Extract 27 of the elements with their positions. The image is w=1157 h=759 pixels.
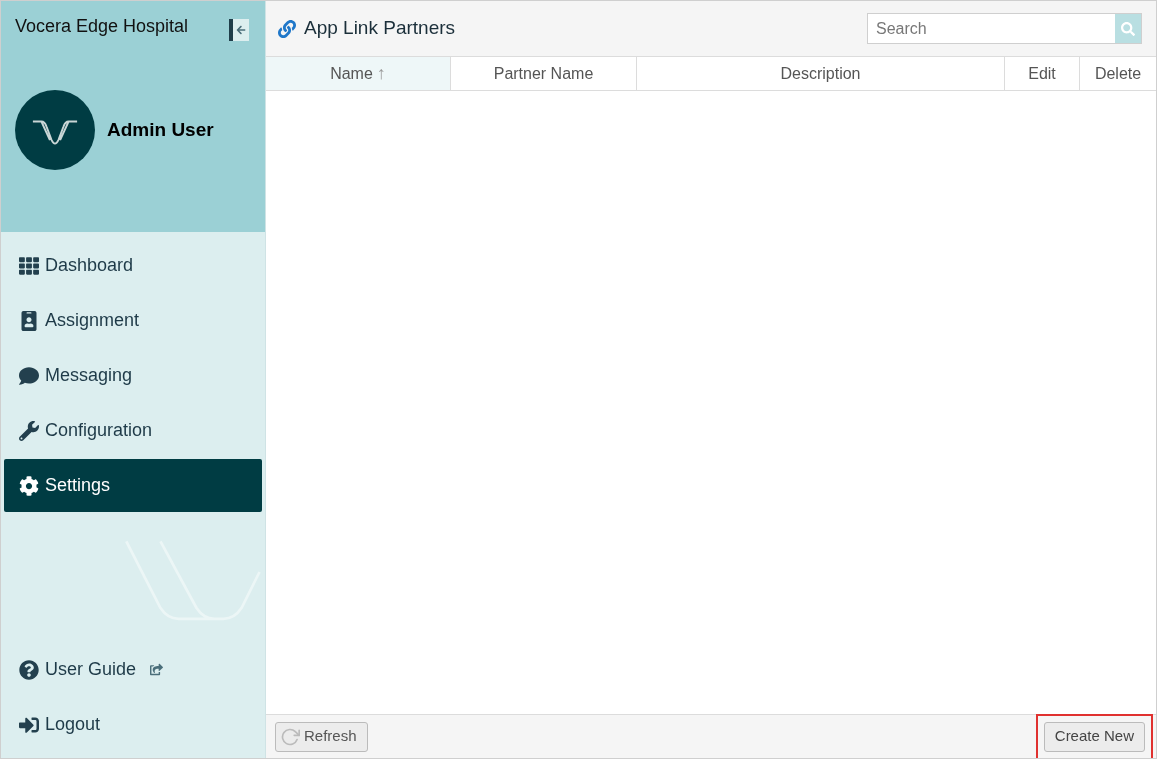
user-guide-link[interactable]: User Guide xyxy=(19,642,247,697)
column-header[interactable]: Edit xyxy=(1005,57,1080,90)
grid-icon xyxy=(19,255,39,276)
column-header[interactable]: Name ↑ xyxy=(266,57,451,90)
logout-link[interactable]: Logout xyxy=(19,697,247,752)
link-icon xyxy=(278,19,296,38)
column-header[interactable]: Partner Name xyxy=(451,57,637,90)
settings-icon xyxy=(19,475,39,496)
arrow-left-icon xyxy=(236,25,246,35)
column-header[interactable]: Delete xyxy=(1080,57,1156,90)
speech-bubble-icon xyxy=(19,365,39,386)
refresh-icon xyxy=(280,726,300,747)
help-icon xyxy=(19,659,39,680)
sort-arrow-icon: ↑ xyxy=(376,60,386,87)
wrench-icon xyxy=(19,420,39,441)
create-new-button[interactable]: Create New xyxy=(1043,721,1145,752)
nav-item[interactable]: Messaging xyxy=(4,349,262,402)
nav-item[interactable]: Dashboard xyxy=(4,239,262,292)
nav-item[interactable]: Configuration xyxy=(4,404,262,457)
page-title: App Link Partners xyxy=(304,16,456,41)
collapse-sidebar-button[interactable] xyxy=(229,19,249,41)
column-header[interactable]: Description xyxy=(637,57,1005,90)
nav-item[interactable]: Assignment xyxy=(4,294,262,347)
hospital-name: Vocera Edge Hospital xyxy=(15,15,189,38)
user-name: Admin User xyxy=(107,117,214,142)
badge-icon xyxy=(19,310,39,331)
nav-item[interactable]: Settings xyxy=(4,459,262,512)
